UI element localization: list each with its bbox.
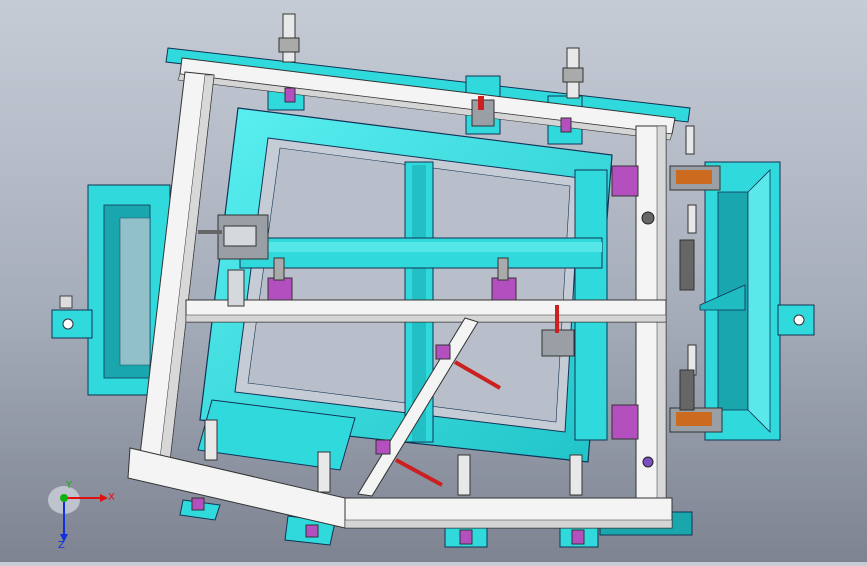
x-axis-label: X — [108, 492, 114, 503]
fixture-assembly-model[interactable] — [0, 0, 867, 562]
axis-triad: X Y Z — [44, 478, 115, 551]
rotated-cyan-frame — [197, 107, 613, 471]
right-base-frame — [699, 161, 815, 441]
cad-3d-viewport[interactable] — [0, 0, 867, 562]
y-axis-label: Y — [65, 480, 73, 491]
y-axis-dot — [60, 494, 68, 502]
z-axis-label: Z — [58, 540, 65, 550]
toggle-clamp-top-center[interactable] — [471, 96, 495, 127]
hole-marker-lower — [642, 456, 654, 468]
hole-marker — [641, 211, 655, 225]
right-clamp-middle[interactable] — [679, 204, 697, 411]
